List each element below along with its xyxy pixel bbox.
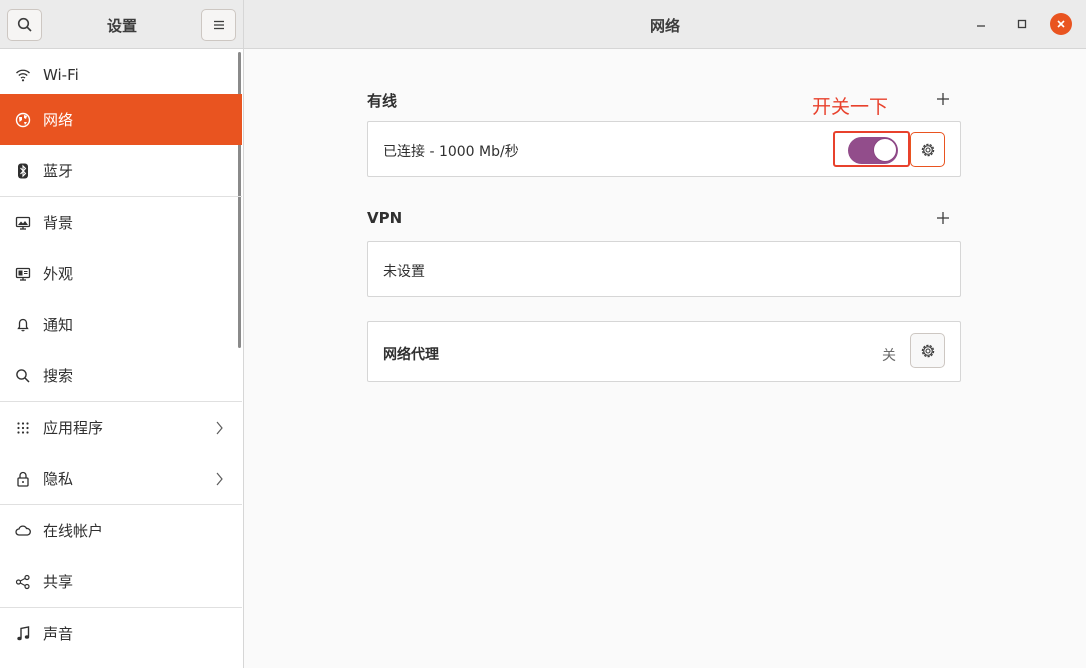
- annotation-label: 开关一下: [812, 96, 889, 118]
- sidebar-item-bluetooth[interactable]: 蓝牙: [0, 145, 242, 196]
- sidebar-item-notifications[interactable]: 通知: [0, 299, 242, 350]
- sidebar-item-search[interactable]: 搜索: [0, 350, 242, 401]
- vpn-row: 未设置: [367, 241, 961, 297]
- lock-icon: [14, 470, 32, 488]
- wired-settings-button[interactable]: [910, 132, 945, 167]
- bluetooth-icon: [14, 162, 32, 180]
- sidebar-item-label: 蓝牙: [43, 162, 74, 180]
- network-proxy-row[interactable]: 网络代理: [367, 321, 961, 382]
- sidebar-item-label: 在线帐户: [43, 522, 104, 540]
- minimize-button[interactable]: [970, 13, 992, 35]
- sidebar-item-label: 隐私: [43, 470, 74, 488]
- share-icon: [14, 573, 32, 591]
- wired-section-title: 有线: [367, 92, 398, 110]
- cloud-icon: [14, 522, 32, 540]
- search-icon: [14, 367, 32, 385]
- sidebar-item-sharing[interactable]: 共享: [0, 556, 242, 607]
- sidebar-item-appearance[interactable]: 外观: [0, 248, 242, 299]
- hamburger-menu-icon: [213, 20, 224, 30]
- sidebar-item-network[interactable]: 网络: [0, 94, 242, 145]
- sidebar-item-privacy[interactable]: 隐私: [0, 453, 242, 504]
- sidebar-header: 设置: [0, 0, 244, 48]
- chevron-right-icon: [216, 472, 223, 485]
- network-proxy-label: 网络代理: [383, 347, 439, 363]
- wired-status: 已连接 - 1000 Mb/秒: [383, 144, 519, 160]
- wired-toggle-switch[interactable]: [848, 137, 898, 164]
- wifi-icon: [14, 66, 32, 84]
- gear-icon: [921, 143, 934, 156]
- vpn-section-title: VPN: [367, 209, 403, 227]
- sidebar-item-background[interactable]: 背景: [0, 197, 242, 248]
- close-button[interactable]: [1050, 13, 1072, 35]
- apps-grid-icon: [14, 419, 32, 437]
- minimize-icon: [977, 25, 985, 27]
- sidebar-item-wifi[interactable]: Wi-Fi: [0, 49, 242, 100]
- background-icon: [14, 214, 32, 232]
- vpn-status: 未设置: [383, 264, 425, 280]
- sidebar-item-label: 背景: [43, 214, 74, 232]
- sidebar: Wi-Fi 网络 蓝牙 背景 外观 通知 搜索 应用程序 隐私 在线帐户 共享 …: [0, 49, 244, 668]
- proxy-settings-button[interactable]: [910, 333, 945, 368]
- page-title: 网络: [649, 17, 680, 35]
- gear-icon: [921, 344, 934, 357]
- menu-button[interactable]: [201, 9, 236, 41]
- sidebar-item-applications[interactable]: 应用程序: [0, 402, 242, 453]
- sidebar-item-online-accounts[interactable]: 在线帐户: [0, 505, 242, 556]
- close-icon: [1057, 20, 1065, 28]
- sidebar-item-label: 声音: [43, 625, 74, 643]
- sidebar-item-sound[interactable]: 声音: [0, 608, 242, 659]
- settings-title: 设置: [106, 17, 137, 35]
- search-icon: [17, 17, 32, 32]
- toggle-knob: [873, 138, 897, 162]
- title-bar: 设置 网络: [0, 0, 1086, 49]
- sidebar-item-label: 共享: [43, 573, 74, 591]
- music-note-icon: [14, 625, 32, 643]
- network-icon: [14, 111, 32, 129]
- add-vpn-button[interactable]: [936, 211, 950, 225]
- sidebar-item-label: 搜索: [43, 367, 74, 385]
- sidebar-item-label: Wi-Fi: [43, 65, 79, 84]
- proxy-status: 关: [882, 348, 896, 364]
- maximize-icon: [1017, 19, 1027, 29]
- sidebar-item-label: 网络: [43, 111, 74, 129]
- maximize-button[interactable]: [1011, 13, 1033, 35]
- bell-icon: [14, 316, 32, 334]
- appearance-icon: [14, 265, 32, 283]
- toggle-highlight: [833, 131, 910, 167]
- sidebar-item-label: 外观: [43, 265, 74, 283]
- sidebar-item-label: 通知: [43, 316, 74, 334]
- search-button[interactable]: [7, 9, 42, 41]
- sidebar-item-label: 应用程序: [43, 419, 104, 437]
- chevron-right-icon: [216, 421, 223, 434]
- add-wired-button[interactable]: [936, 92, 950, 106]
